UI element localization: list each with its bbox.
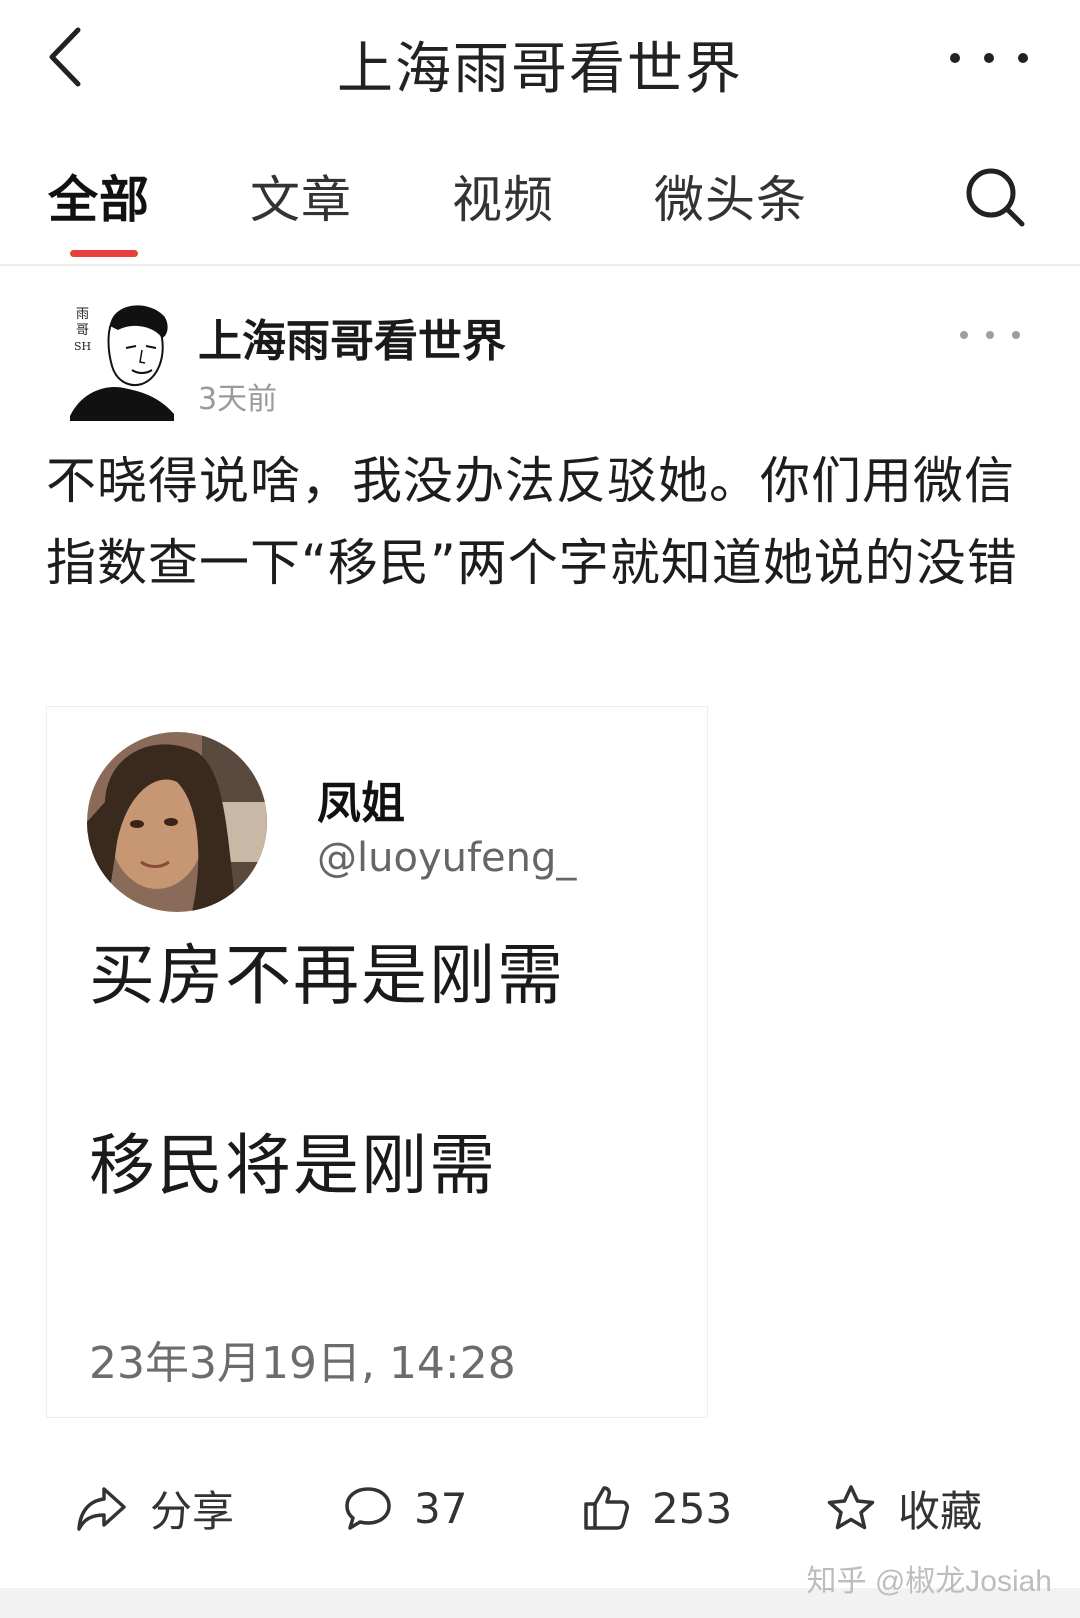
- tab-articles[interactable]: 文章: [250, 160, 352, 232]
- post-action-bar: 分享 37 253 收藏: [0, 1450, 1080, 1570]
- share-button[interactable]: 分享: [76, 1478, 234, 1538]
- card-avatar: [87, 732, 267, 912]
- card-author-handle: @luoyufeng_: [317, 835, 577, 881]
- more-horizontal-icon: [950, 53, 960, 63]
- like-button[interactable]: 253: [582, 1478, 732, 1538]
- thumbs-up-icon: [584, 1486, 629, 1530]
- like-count: 253: [652, 1483, 733, 1533]
- comment-button[interactable]: 37: [344, 1478, 467, 1538]
- favorite-button[interactable]: 收藏: [826, 1478, 982, 1538]
- avatar-illustration: 雨 哥 SH: [62, 296, 180, 421]
- svg-text:雨: 雨: [76, 307, 89, 322]
- share-icon: [77, 1487, 126, 1531]
- star-icon: [827, 1485, 875, 1530]
- post-more-button[interactable]: [960, 325, 1020, 345]
- card-text-line: 买房不再是刚需: [89, 937, 565, 1014]
- author-name[interactable]: 上海雨哥看世界: [198, 305, 506, 369]
- embedded-post-card[interactable]: 凤姐 @luoyufeng_ 买房不再是刚需 移民将是刚需 23年3月19日, …: [46, 706, 708, 1418]
- favorite-label: 收藏: [898, 1486, 983, 1536]
- tab-all[interactable]: 全部: [48, 160, 150, 232]
- card-text-line: 移民将是刚需: [89, 1127, 497, 1204]
- card-author-name: 凤姐: [317, 778, 405, 829]
- more-button[interactable]: [950, 28, 1028, 88]
- tab-bar: 全部 文章 视频 微头条: [0, 150, 1080, 260]
- svg-text:哥: 哥: [76, 323, 89, 338]
- portrait-photo: [87, 732, 267, 912]
- post-time: 3天前: [198, 382, 278, 417]
- comment-icon: [345, 1487, 391, 1530]
- svg-text:SH: SH: [74, 340, 91, 353]
- active-tab-indicator: [70, 250, 138, 257]
- share-label: 分享: [150, 1486, 235, 1536]
- watermark-text: 知乎 @椒龙Josiah: [806, 1565, 1052, 1598]
- top-bar: 上海雨哥看世界: [0, 0, 1080, 125]
- post-body-text: 不晓得说啥，我没办法反驳她。你们用微信指数查一下“移民”两个字就知道她说的没错: [46, 452, 1018, 592]
- author-avatar[interactable]: 雨 哥 SH: [62, 296, 180, 421]
- card-date: 23年3月19日, 14:28: [89, 1338, 516, 1389]
- more-horizontal-icon: [960, 331, 968, 339]
- search-button[interactable]: [960, 162, 1030, 232]
- page-title: 上海雨哥看世界: [337, 37, 743, 102]
- tab-micro-posts[interactable]: 微头条: [654, 160, 807, 232]
- divider: [0, 264, 1080, 266]
- search-icon: [966, 168, 1025, 227]
- comment-count: 37: [414, 1483, 468, 1533]
- tab-videos[interactable]: 视频: [452, 160, 554, 232]
